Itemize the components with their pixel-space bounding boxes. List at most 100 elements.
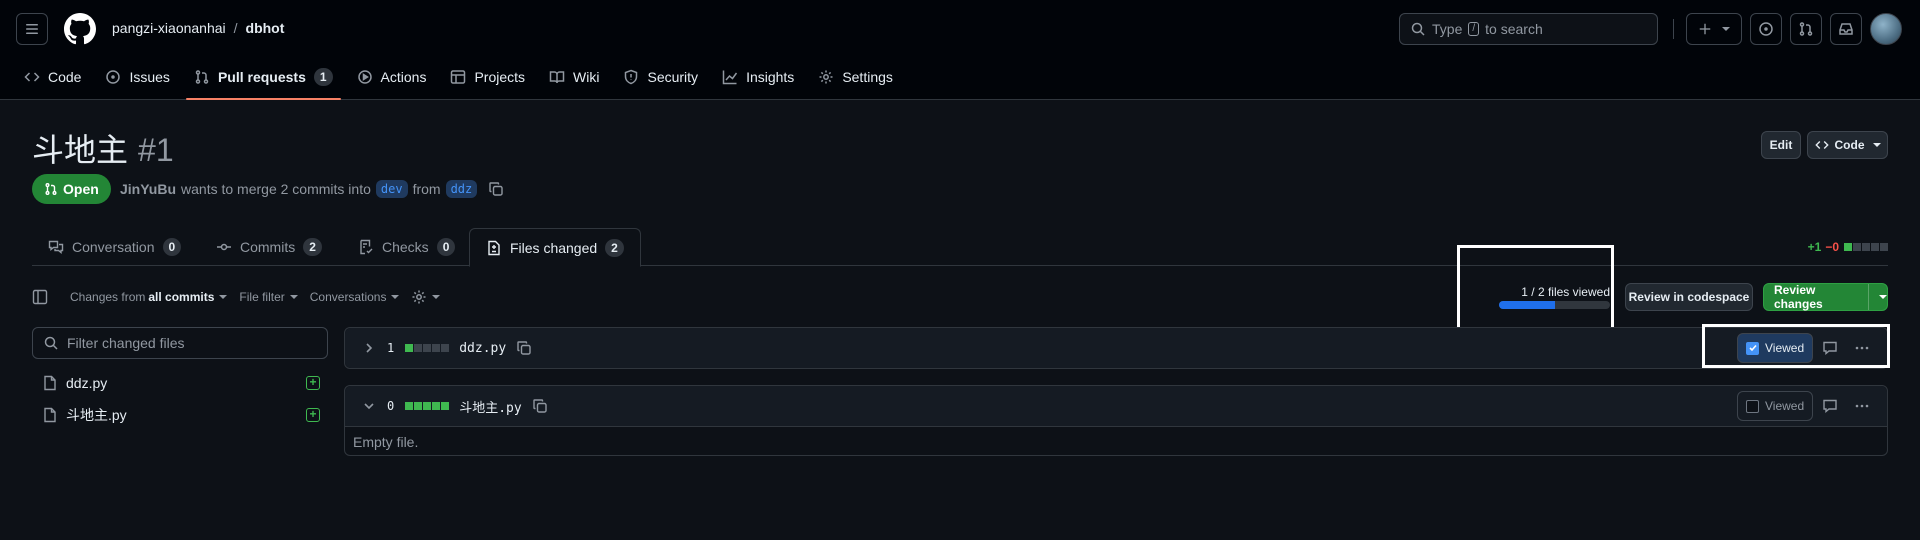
file-diff-icon (488, 240, 500, 255)
diffstat-bar (404, 344, 450, 352)
changes-from-label: Changes from (70, 290, 146, 304)
search-placeholder-prefix: Type (1432, 21, 1463, 37)
file-name[interactable]: ddz.py (459, 341, 506, 356)
tab-label: Pull requests (217, 69, 306, 85)
menu-button[interactable] (16, 13, 48, 45)
tab-label: Security (647, 69, 699, 85)
issue-opened-icon (1759, 22, 1773, 36)
chevron-right-icon[interactable] (361, 340, 377, 356)
search-icon (1411, 22, 1425, 36)
create-new-button[interactable] (1686, 13, 1742, 45)
review-changes-button[interactable]: Review changes (1763, 283, 1888, 311)
changes-from-dropdown[interactable]: Changes from all commits (70, 290, 228, 304)
tab-issues[interactable]: Issues (97, 62, 177, 92)
issue-opened-icon (106, 70, 121, 84)
diffstat-bar (404, 402, 450, 410)
github-logo-icon[interactable] (64, 13, 96, 45)
tab-wiki[interactable]: Wiki (541, 62, 607, 92)
search-input[interactable]: Type / to search (1399, 13, 1658, 45)
status-badge-label: Open (63, 181, 99, 197)
tab-label: Projects (474, 69, 526, 85)
play-icon (357, 70, 372, 84)
changes-count: 1 (387, 341, 395, 355)
repo-owner-link[interactable]: pangzi-xiaonanhai (112, 20, 226, 36)
chevron-down-icon (219, 295, 228, 299)
viewed-label: Viewed (1765, 399, 1805, 413)
tree-item-ddz[interactable]: ddz.py + (32, 367, 328, 399)
search-icon (44, 336, 58, 350)
tab-conversation[interactable]: Conversation 0 (32, 228, 197, 266)
tab-files-changed[interactable]: Files changed 2 (469, 228, 641, 267)
comment-icon[interactable] (1822, 398, 1838, 414)
tab-code[interactable]: Code (16, 62, 89, 92)
sidebar-collapse-icon[interactable] (32, 289, 48, 305)
additions-count: +1 (1807, 240, 1822, 254)
head-branch[interactable]: ddz (445, 180, 478, 198)
git-commit-icon (217, 243, 231, 251)
user-avatar[interactable] (1870, 13, 1902, 45)
repo-name-link[interactable]: dbhot (246, 20, 285, 36)
copy-icon[interactable] (516, 340, 532, 356)
hamburger-icon (26, 24, 38, 34)
tree-item-label: 斗地主.py (66, 407, 127, 423)
breadcrumb-separator: / (233, 20, 238, 36)
chevron-down-icon (289, 295, 298, 299)
review-in-codespace-button[interactable]: Review in codespace (1625, 283, 1753, 311)
search-shortcut-key: / (1468, 22, 1480, 36)
base-branch[interactable]: dev (375, 180, 408, 198)
file-icon (44, 375, 56, 391)
author-link[interactable]: JinYuBu (120, 181, 176, 197)
pull-requests-button[interactable] (1790, 13, 1822, 45)
tab-label: Code (48, 69, 82, 85)
chevron-down-icon (1722, 27, 1730, 31)
review-changes-label: Review changes (1774, 283, 1823, 311)
code-dropdown-button[interactable]: Code (1807, 131, 1888, 159)
inbox-button[interactable] (1830, 13, 1862, 45)
tab-label: Issues (129, 69, 170, 85)
tab-actions[interactable]: Actions (349, 62, 435, 92)
git-pull-request-icon (1799, 22, 1813, 36)
tab-commits[interactable]: Commits 2 (200, 228, 338, 266)
tab-label: Actions (380, 69, 427, 85)
chevron-down-icon[interactable] (1879, 295, 1887, 299)
tab-settings[interactable]: Settings (810, 62, 901, 92)
copy-icon[interactable] (532, 398, 548, 414)
conversations-dropdown[interactable]: Conversations (310, 290, 400, 304)
gear-icon (819, 70, 833, 84)
file-diff-ddz: 1 ddz.py Viewed (344, 327, 1888, 369)
filter-placeholder: Filter changed files (67, 335, 185, 351)
edit-button[interactable]: Edit (1761, 131, 1801, 159)
kebab-horizontal-icon[interactable] (1854, 398, 1870, 414)
git-pull-request-icon (45, 183, 57, 195)
pr-title-text: 斗地主 (32, 131, 129, 169)
viewed-checkbox-button[interactable]: Viewed (1737, 391, 1814, 421)
tab-checks[interactable]: Checks 0 (342, 228, 471, 266)
filter-changed-files-input[interactable]: Filter changed files (32, 327, 328, 359)
deletions-count: −0 (1825, 240, 1839, 254)
tab-label: Files changed (510, 239, 598, 256)
tab-count: 2 (303, 238, 322, 256)
file-name[interactable]: 斗地主.py (459, 397, 521, 416)
tab-security[interactable]: Security (615, 62, 706, 92)
tab-pull-requests[interactable]: Pull requests 1 (185, 62, 341, 100)
changes-from-value: all commits (148, 290, 215, 304)
chevron-down-icon (391, 295, 400, 299)
tab-insights[interactable]: Insights (714, 62, 802, 92)
header-divider (1673, 19, 1674, 39)
checkbox-unchecked-icon (1746, 399, 1759, 413)
chevron-down-icon (1872, 143, 1881, 147)
diff-settings-dropdown[interactable] (411, 289, 441, 305)
global-header: pangzi-xiaonanhai / dbhot Type / to sear… (0, 0, 1920, 100)
issues-button[interactable] (1750, 13, 1782, 45)
gear-icon (412, 290, 426, 304)
tree-item-doudizhu[interactable]: 斗地主.py + (32, 399, 328, 431)
status-badge: Open (32, 174, 111, 204)
chevron-down-icon[interactable] (361, 398, 377, 414)
file-filter-dropdown[interactable]: File filter (239, 290, 298, 304)
copy-icon[interactable] (488, 181, 504, 197)
tab-projects[interactable]: Projects (442, 62, 533, 92)
plus-icon (1699, 23, 1711, 35)
pull-requests-count: 1 (313, 68, 333, 86)
breadcrumb: pangzi-xiaonanhai / dbhot (112, 20, 284, 36)
diff-added-icon: + (306, 376, 320, 390)
